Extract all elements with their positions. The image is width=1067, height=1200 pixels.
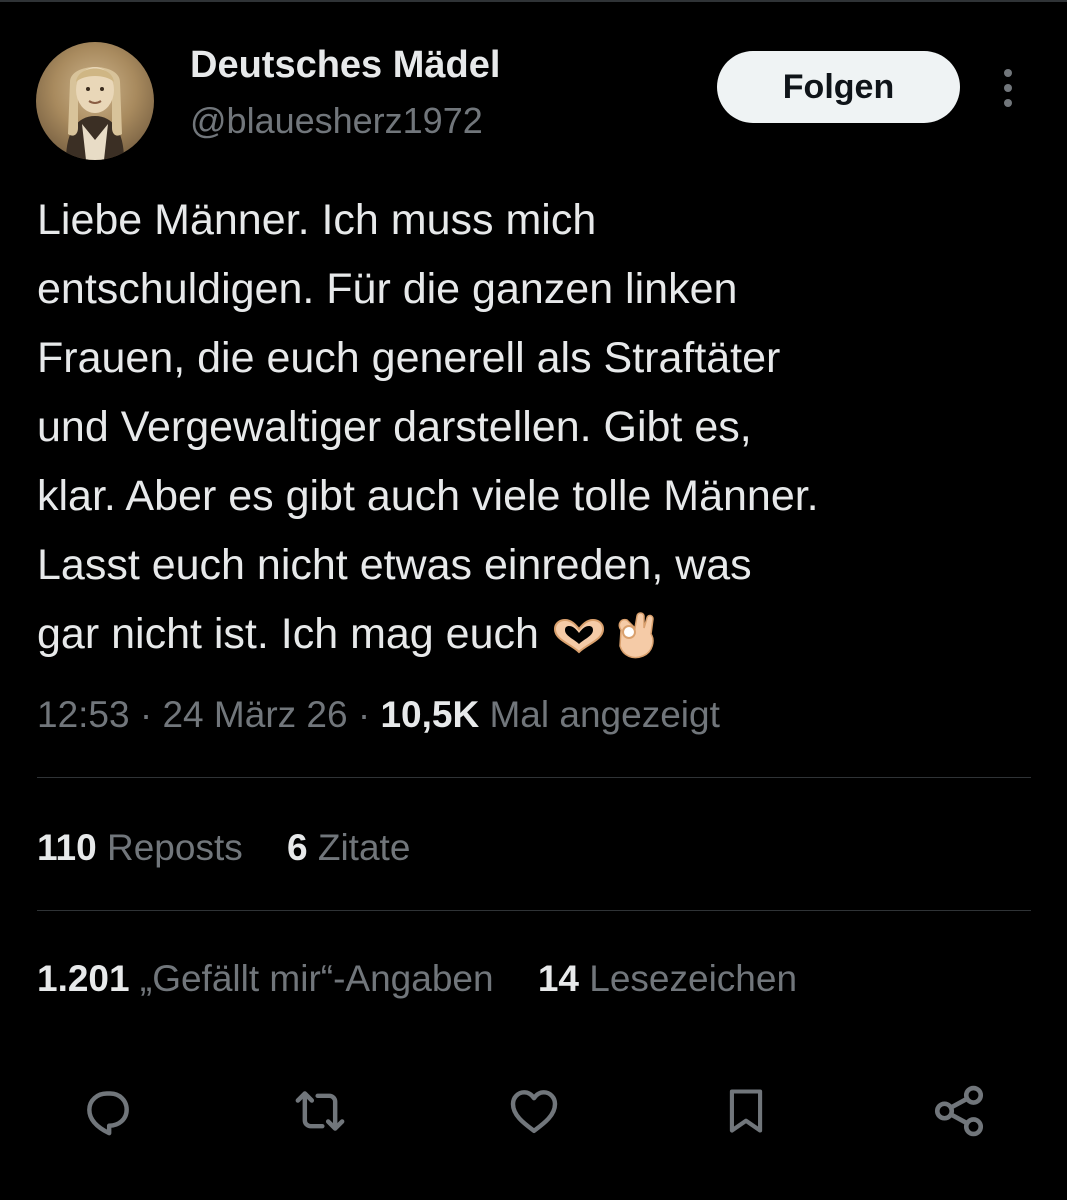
views-count: 10,5K: [380, 694, 480, 735]
quotes-label: Zitate: [317, 827, 411, 868]
reposts-count: 110: [37, 827, 97, 868]
tweet-text-line: entschuldigen. Für die ganzen linken: [37, 265, 738, 313]
repost-icon[interactable]: [288, 1076, 352, 1146]
tweet-text-line: klar. Aber es gibt auch viele tolle Männ…: [37, 472, 819, 520]
meta-separator: ·: [139, 694, 153, 735]
tweet-text: Liebe Männer. Ich muss mich entschuldige…: [37, 186, 1047, 681]
ok-hand-emoji: [611, 610, 659, 681]
like-icon[interactable]: [502, 1076, 566, 1146]
tweet-date[interactable]: 24 März 26: [162, 694, 347, 735]
reply-icon[interactable]: [76, 1076, 140, 1146]
divider: [37, 910, 1031, 911]
follow-button[interactable]: Folgen: [717, 51, 960, 123]
tweet-text-line: gar nicht ist. Ich mag euch: [37, 610, 539, 658]
tweet-text-line: und Vergewaltiger darstellen. Gibt es,: [37, 403, 752, 451]
avatar[interactable]: [36, 42, 154, 160]
reposts-label: Reposts: [106, 827, 243, 868]
repost-quote-stats: 110 Reposts 6 Zitate: [37, 827, 410, 869]
bookmarks-count: 14: [537, 958, 579, 999]
reposts-stat[interactable]: 110 Reposts: [37, 827, 243, 869]
tweet-text-line: Liebe Männer. Ich muss mich: [37, 196, 597, 244]
divider: [37, 777, 1031, 778]
heart-hands-emoji: [551, 606, 607, 675]
tweet-text-last-line: gar nicht ist. Ich mag euch: [37, 600, 1047, 681]
meta-separator: ·: [357, 694, 371, 735]
author-handle[interactable]: @blauesherz1972: [190, 100, 483, 142]
more-vertical-icon[interactable]: [992, 66, 1024, 110]
bookmarks-label: Lesezeichen: [589, 958, 798, 999]
quotes-stat[interactable]: 6 Zitate: [287, 827, 410, 869]
share-icon[interactable]: [927, 1076, 991, 1146]
quotes-count: 6: [287, 827, 308, 868]
likes-stat[interactable]: 1.201 „Gefällt mir“-Angaben: [37, 958, 494, 1000]
top-border: [0, 0, 1067, 2]
like-bookmark-stats: 1.201 „Gefällt mir“-Angaben 14 Lesezeich…: [37, 958, 797, 1000]
tweet-meta: 12:53 · 24 März 26 · 10,5K Mal angezeigt: [37, 694, 720, 736]
action-bar: [0, 1076, 1067, 1146]
views-label: Mal angezeigt: [489, 694, 720, 735]
author-display-name[interactable]: Deutsches Mädel: [190, 44, 500, 87]
bookmarks-stat[interactable]: 14 Lesezeichen: [538, 958, 797, 1000]
tweet-time[interactable]: 12:53: [37, 694, 130, 735]
likes-label: „Gefällt mir“-Angaben: [139, 958, 494, 999]
tweet-text-line: Lasst euch nicht etwas einreden, was: [37, 541, 752, 589]
bookmark-icon[interactable]: [714, 1076, 778, 1146]
tweet-text-line: Frauen, die euch generell als Straftäter: [37, 334, 781, 382]
likes-count: 1.201: [37, 958, 130, 999]
